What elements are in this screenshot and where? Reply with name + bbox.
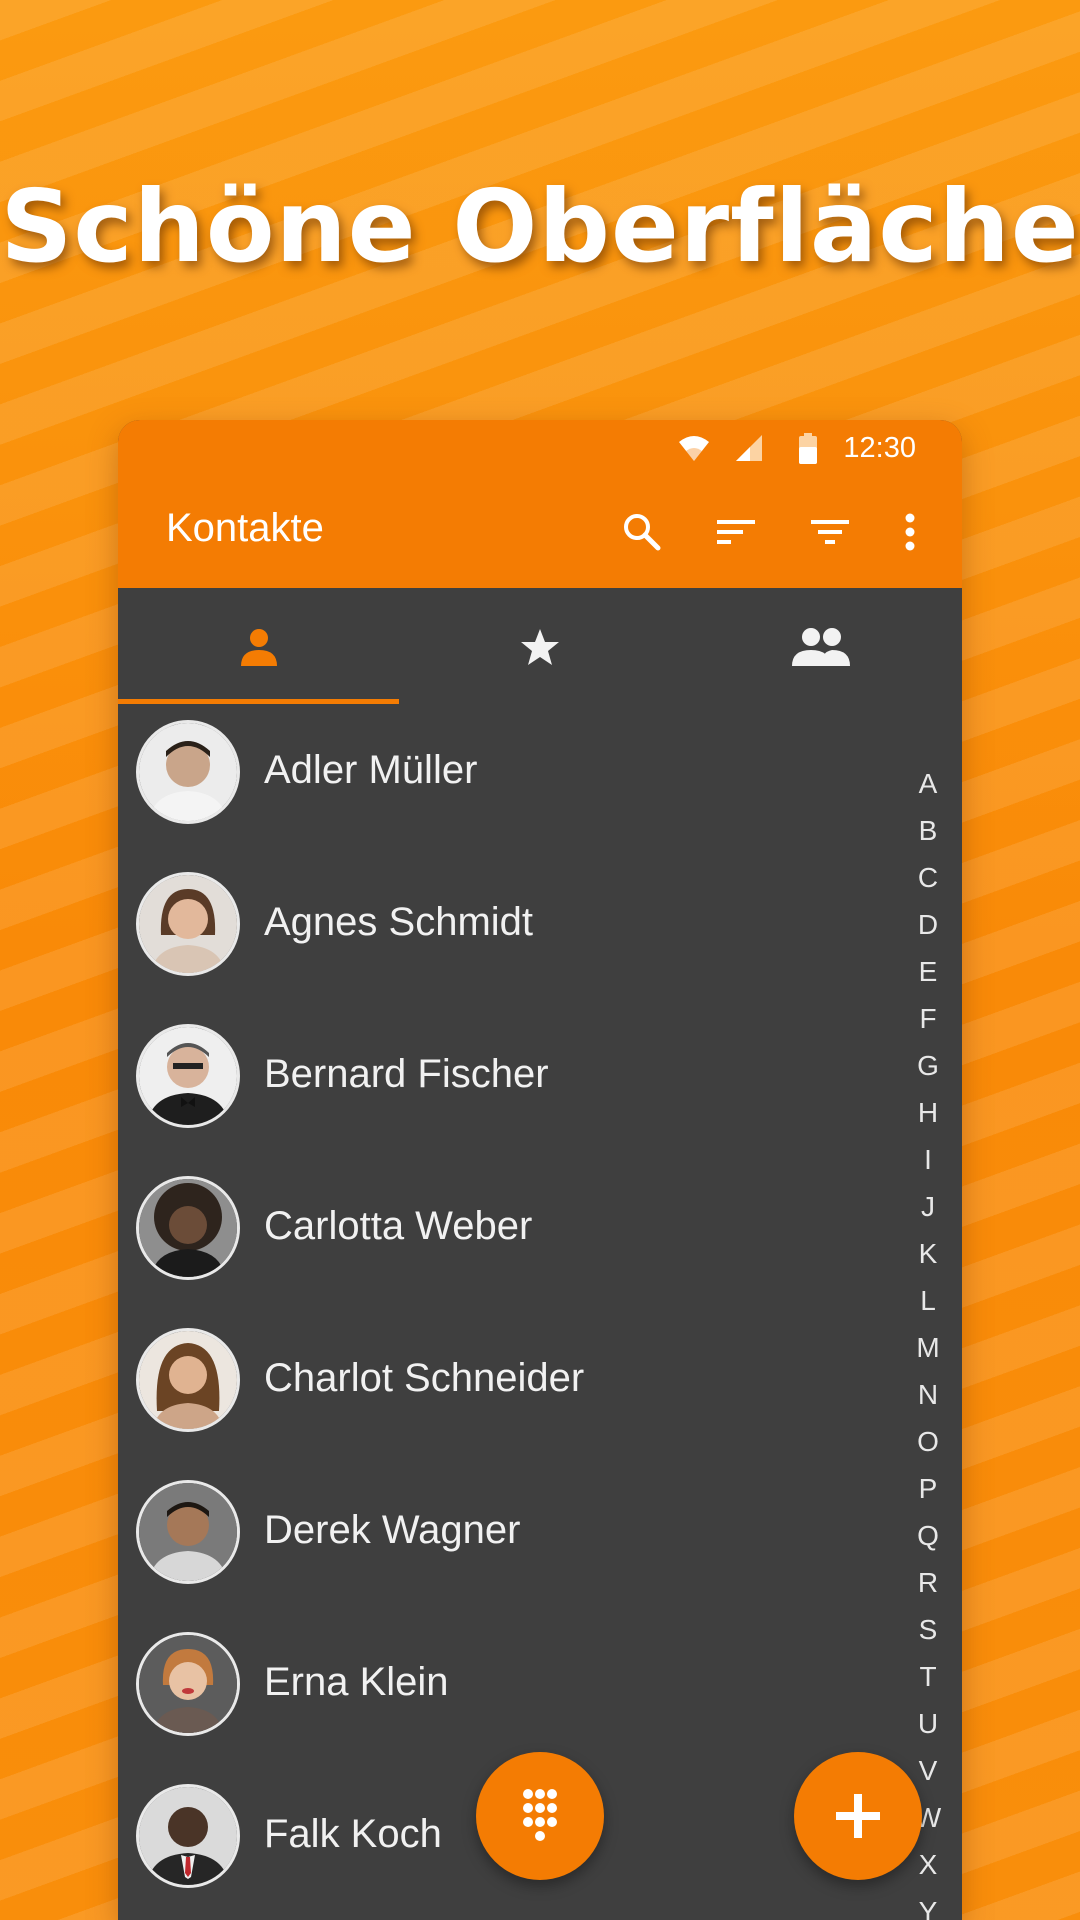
group-icon bbox=[791, 628, 850, 666]
tab-favorites[interactable] bbox=[399, 588, 680, 704]
alpha-letter[interactable]: Q bbox=[908, 1512, 948, 1559]
alpha-letter[interactable]: E bbox=[908, 948, 948, 995]
search-icon[interactable] bbox=[620, 510, 664, 554]
contact-row[interactable]: Agnes Schmidt bbox=[118, 862, 878, 1014]
dialpad-icon bbox=[523, 1789, 557, 1841]
alpha-letter[interactable]: Y bbox=[908, 1888, 948, 1920]
tab-groups[interactable] bbox=[680, 588, 961, 704]
app-title: Kontakte bbox=[166, 506, 324, 550]
headline: Schöne Oberfläche bbox=[0, 168, 1080, 285]
filter-icon[interactable] bbox=[808, 510, 852, 554]
battery-icon bbox=[799, 433, 817, 464]
add-icon bbox=[836, 1794, 880, 1838]
contact-name: Charlot Schneider bbox=[264, 1356, 585, 1400]
avatar bbox=[136, 1784, 240, 1888]
tab-contacts[interactable] bbox=[118, 588, 399, 704]
contact-name: Erna Klein bbox=[264, 1660, 449, 1704]
contact-row[interactable]: Carlotta Weber bbox=[118, 1166, 878, 1318]
contact-name: Agnes Schmidt bbox=[264, 900, 534, 944]
alpha-letter[interactable]: L bbox=[908, 1277, 948, 1324]
status-bar: 12:30 bbox=[118, 420, 962, 476]
alpha-letter[interactable]: T bbox=[908, 1653, 948, 1700]
alpha-letter[interactable]: C bbox=[908, 854, 948, 901]
sort-icon[interactable] bbox=[714, 510, 758, 554]
avatar bbox=[136, 1632, 240, 1736]
dialpad-button[interactable] bbox=[476, 1752, 604, 1880]
contact-row[interactable]: Charlot Schneider bbox=[118, 1318, 878, 1470]
contact-name: Adler Müller bbox=[264, 748, 478, 792]
alphabet-index[interactable]: A B C D E F G H I J K L M N O P Q R S T … bbox=[908, 760, 948, 1920]
alpha-letter[interactable]: M bbox=[908, 1324, 948, 1371]
contact-name: Derek Wagner bbox=[264, 1508, 521, 1552]
alpha-letter[interactable]: N bbox=[908, 1371, 948, 1418]
contact-name: Carlotta Weber bbox=[264, 1204, 533, 1248]
status-time: 12:30 bbox=[843, 432, 916, 464]
avatar bbox=[136, 1480, 240, 1584]
contact-row[interactable]: Derek Wagner bbox=[118, 1470, 878, 1622]
alpha-letter[interactable]: J bbox=[908, 1183, 948, 1230]
alpha-letter[interactable]: D bbox=[908, 901, 948, 948]
alpha-letter[interactable]: B bbox=[908, 807, 948, 854]
alpha-letter[interactable]: I bbox=[908, 1136, 948, 1183]
alpha-letter[interactable]: O bbox=[908, 1418, 948, 1465]
wifi-icon bbox=[679, 436, 709, 461]
more-vert-icon[interactable] bbox=[888, 510, 932, 554]
signal-icon bbox=[736, 435, 762, 461]
avatar bbox=[136, 1328, 240, 1432]
alpha-letter[interactable]: A bbox=[908, 760, 948, 807]
alpha-letter[interactable]: G bbox=[908, 1042, 948, 1089]
alpha-letter[interactable]: S bbox=[908, 1606, 948, 1653]
add-contact-button[interactable] bbox=[794, 1752, 922, 1880]
person-icon bbox=[240, 629, 277, 666]
tab-bar bbox=[118, 588, 962, 704]
avatar bbox=[136, 872, 240, 976]
alpha-letter[interactable]: R bbox=[908, 1559, 948, 1606]
alpha-letter[interactable]: K bbox=[908, 1230, 948, 1277]
contact-row[interactable]: Adler Müller bbox=[118, 710, 878, 862]
avatar bbox=[136, 1024, 240, 1128]
contact-name: Bernard Fischer bbox=[264, 1052, 549, 1096]
tab-indicator bbox=[118, 699, 399, 704]
alpha-letter[interactable]: H bbox=[908, 1089, 948, 1136]
avatar bbox=[136, 720, 240, 824]
contact-name: Falk Koch bbox=[264, 1812, 442, 1856]
alpha-letter[interactable]: U bbox=[908, 1700, 948, 1747]
phone-frame: 12:30 Kontakte Adler Müller Agnes Schmid… bbox=[118, 420, 962, 1920]
alpha-letter[interactable]: F bbox=[908, 995, 948, 1042]
contact-row[interactable]: Bernard Fischer bbox=[118, 1014, 878, 1166]
app-bar: Kontakte bbox=[118, 476, 962, 588]
avatar bbox=[136, 1176, 240, 1280]
star-icon bbox=[520, 629, 559, 665]
alpha-letter[interactable]: P bbox=[908, 1465, 948, 1512]
